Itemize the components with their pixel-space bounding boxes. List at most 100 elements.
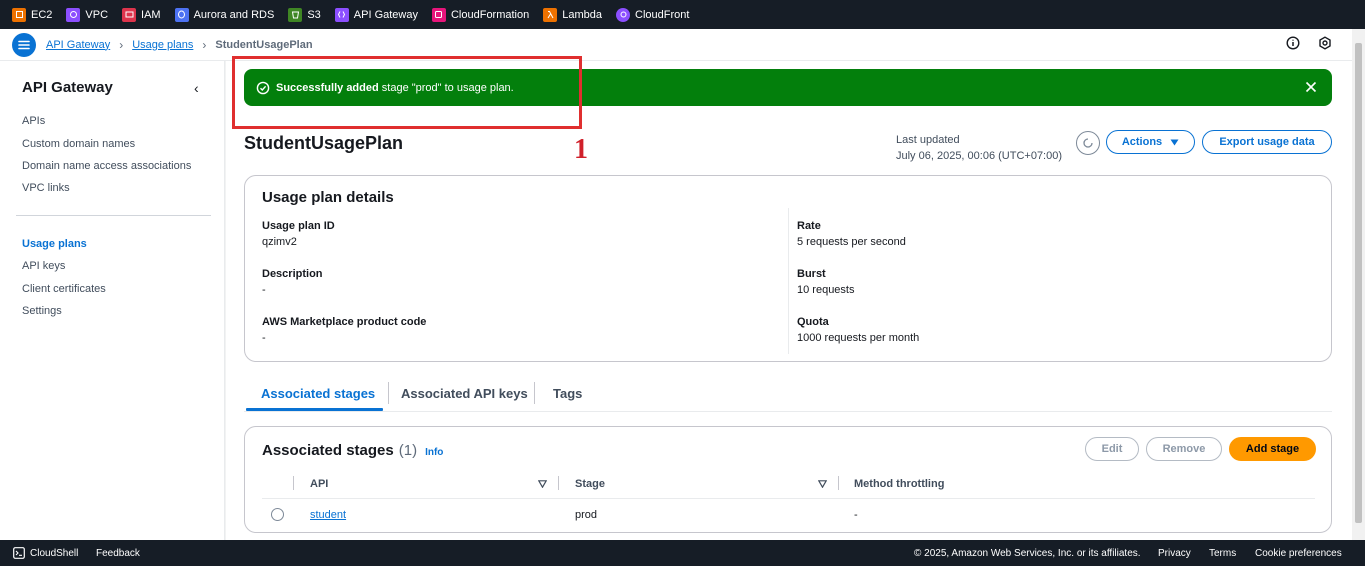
column-header-method-throttling: Method throttling bbox=[854, 478, 945, 490]
add-stage-button[interactable]: Add stage bbox=[1229, 437, 1316, 461]
side-nav-title[interactable]: API Gateway bbox=[22, 79, 113, 96]
favorites-bar: EC2 VPC IAM Aurora and RDS S3 API Gatewa… bbox=[0, 0, 1365, 29]
sidebar-item-settings[interactable]: Settings bbox=[22, 305, 62, 317]
success-flash: Successfully added stage "prod" to usage… bbox=[232, 56, 1332, 129]
column-divider bbox=[838, 476, 839, 490]
ec2-icon bbox=[12, 7, 26, 22]
page-title: StudentUsagePlan bbox=[244, 133, 404, 153]
sidebar-item-usage-plans[interactable]: Usage plans bbox=[22, 238, 87, 250]
quota-value: 1000 requests per month bbox=[797, 332, 920, 344]
sidebar-item-client-certificates[interactable]: Client certificates bbox=[22, 283, 106, 295]
sidebar-item-custom-domain-names[interactable]: Custom domain names bbox=[22, 138, 135, 150]
chevron-right-icon: › bbox=[202, 37, 207, 52]
tab-list: Associated stages Associated API keys Ta… bbox=[244, 377, 1332, 412]
favorite-label: IAM bbox=[141, 8, 161, 21]
menu-toggle-button[interactable] bbox=[12, 32, 36, 57]
sort-icon[interactable] bbox=[538, 480, 547, 488]
actions-label: Actions bbox=[1121, 136, 1163, 148]
favorite-cloudfront[interactable]: CloudFront bbox=[616, 7, 690, 22]
stages-header: Associated stages (1) Info bbox=[262, 442, 443, 459]
favorite-ec2[interactable]: EC2 bbox=[12, 7, 52, 22]
usage-plan-details-card: Usage plan details Usage plan ID qzimv2 … bbox=[244, 175, 1332, 362]
breadcrumb-current: StudentUsagePlan bbox=[215, 38, 313, 51]
sidebar-item-api-keys[interactable]: API keys bbox=[22, 260, 65, 272]
sort-icon[interactable] bbox=[818, 480, 827, 488]
vertical-scrollbar[interactable] bbox=[1352, 29, 1365, 540]
quota-label: Quota bbox=[797, 316, 829, 328]
actions-button[interactable]: Actions bbox=[1106, 130, 1195, 154]
description-value: - bbox=[262, 284, 266, 296]
flash-message: stage "prod" to usage plan. bbox=[378, 81, 514, 94]
breadcrumb-api-gateway[interactable]: API Gateway bbox=[46, 39, 110, 51]
description-label: Description bbox=[262, 268, 323, 280]
rds-icon bbox=[174, 7, 189, 22]
info-icon[interactable] bbox=[1286, 36, 1300, 50]
favorite-iam[interactable]: IAM bbox=[122, 7, 161, 22]
favorite-label: S3 bbox=[307, 8, 321, 21]
row-select-radio[interactable] bbox=[271, 508, 284, 521]
active-tab-indicator bbox=[246, 408, 383, 411]
tab-divider bbox=[388, 382, 389, 404]
sidebar-item-apis[interactable]: APIs bbox=[22, 115, 45, 127]
favorite-s3[interactable]: S3 bbox=[288, 7, 321, 22]
privacy-link[interactable]: Privacy bbox=[1158, 548, 1191, 559]
sidebar-item-vpc-links[interactable]: VPC links bbox=[22, 182, 70, 194]
console-footer: CloudShell Feedback © 2025, Amazon Web S… bbox=[0, 540, 1365, 566]
info-link[interactable]: Info bbox=[425, 447, 443, 458]
close-icon[interactable] bbox=[1304, 80, 1318, 94]
favorite-rds[interactable]: Aurora and RDS bbox=[174, 7, 274, 22]
side-navigation: API Gateway ‹ APIs Custom domain names D… bbox=[0, 61, 225, 540]
favorite-cloudformation[interactable]: CloudFormation bbox=[431, 7, 529, 22]
stage-cell: prod bbox=[575, 509, 598, 521]
favorite-api-gateway[interactable]: API Gateway bbox=[334, 7, 418, 22]
s3-icon bbox=[288, 7, 303, 22]
main-content: Successfully added stage "prod" to usage… bbox=[226, 56, 1352, 540]
cloudshell-button[interactable]: CloudShell bbox=[13, 547, 78, 559]
favorite-vpc[interactable]: VPC bbox=[66, 7, 109, 22]
burst-value: 10 requests bbox=[797, 284, 855, 296]
export-usage-data-button[interactable]: Export usage data bbox=[1202, 130, 1332, 154]
favorite-label: CloudFront bbox=[635, 8, 690, 21]
tab-associated-api-keys[interactable]: Associated API keys bbox=[401, 386, 528, 401]
iam-icon bbox=[122, 7, 137, 22]
copyright-text: © 2025, Amazon Web Services, Inc. or its… bbox=[914, 548, 1141, 559]
scrollbar-thumb[interactable] bbox=[1355, 43, 1362, 523]
sidebar-item-domain-access-associations[interactable]: Domain name access associations bbox=[22, 160, 191, 172]
column-header-api[interactable]: API bbox=[310, 478, 328, 490]
remove-button[interactable]: Remove bbox=[1146, 437, 1222, 461]
cloudfront-icon bbox=[616, 7, 631, 22]
refresh-icon bbox=[1083, 138, 1093, 148]
last-updated-label: Last updated bbox=[896, 134, 960, 146]
burst-label: Burst bbox=[797, 268, 826, 280]
usage-plan-id-label: Usage plan ID bbox=[262, 220, 335, 232]
tab-tags[interactable]: Tags bbox=[553, 386, 582, 401]
flash-bold-text: Successfully added bbox=[276, 81, 379, 94]
cookie-preferences-link[interactable]: Cookie preferences bbox=[1255, 548, 1342, 559]
api-link[interactable]: student bbox=[310, 509, 346, 521]
column-header-stage[interactable]: Stage bbox=[575, 478, 605, 490]
refresh-button[interactable] bbox=[1076, 131, 1100, 155]
lambda-icon bbox=[543, 7, 558, 22]
tab-divider bbox=[534, 382, 535, 404]
last-updated: Last updated July 06, 2025, 00:06 (UTC+0… bbox=[896, 132, 1062, 164]
favorite-lambda[interactable]: Lambda bbox=[543, 7, 603, 22]
last-updated-value: July 06, 2025, 00:06 (UTC+07:00) bbox=[896, 150, 1063, 162]
terms-link[interactable]: Terms bbox=[1209, 548, 1236, 559]
throttling-cell: - bbox=[854, 509, 858, 521]
rate-label: Rate bbox=[797, 220, 821, 232]
terminal-icon bbox=[13, 547, 25, 559]
breadcrumb-usage-plans[interactable]: Usage plans bbox=[132, 39, 193, 51]
breadcrumb: API Gateway › Usage plans › StudentUsage… bbox=[46, 38, 313, 52]
tab-associated-stages[interactable]: Associated stages bbox=[261, 386, 375, 401]
favorite-label: VPC bbox=[85, 8, 109, 21]
cloudformation-icon bbox=[431, 7, 446, 22]
api-gateway-icon bbox=[334, 7, 349, 22]
feedback-link[interactable]: Feedback bbox=[96, 548, 140, 559]
hamburger-icon bbox=[18, 40, 30, 49]
usage-plan-id-value: qzimv2 bbox=[262, 236, 297, 248]
annotation-number: 1 bbox=[574, 134, 588, 165]
edit-button[interactable]: Edit bbox=[1085, 437, 1139, 461]
favorite-label: Lambda bbox=[562, 8, 603, 21]
collapse-sidebar-icon[interactable]: ‹ bbox=[194, 80, 199, 96]
settings-icon[interactable] bbox=[1318, 36, 1332, 50]
